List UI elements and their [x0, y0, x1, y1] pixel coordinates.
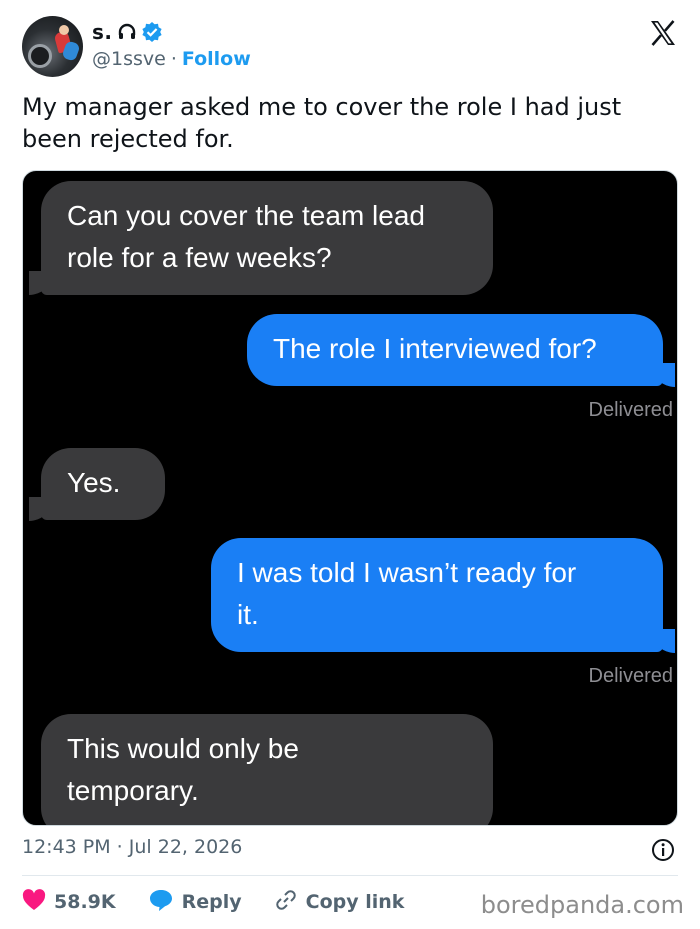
x-logo-icon[interactable] [648, 18, 678, 48]
tweet-text: My manager asked me to cover the role I … [22, 93, 622, 153]
copy-link-button[interactable]: Copy link [274, 888, 405, 917]
like-count: 58.9K [54, 891, 116, 913]
message-bubble-incoming: Can you cover the team lead role for a f… [41, 181, 493, 295]
message-bubble-outgoing: I was told I wasn’t ready for it. [211, 538, 663, 652]
message-line: it. [237, 599, 259, 630]
message-line: temporary. [67, 775, 199, 806]
headphones-icon [117, 22, 137, 42]
like-button[interactable]: 58.9K [22, 888, 116, 916]
heart-icon [22, 888, 46, 916]
message-line: role for a few weeks? [67, 242, 332, 273]
author-name[interactable]: s. [92, 20, 113, 44]
separator-dot: · [170, 48, 177, 70]
link-icon [274, 888, 298, 917]
delivered-status: Delivered [588, 399, 673, 421]
reply-button[interactable]: Reply [148, 888, 242, 917]
message-bubble-outgoing: The role I interviewed for? [247, 314, 663, 386]
verified-badge-icon [141, 21, 163, 43]
author-handle[interactable]: @1ssve [92, 48, 166, 70]
screenshot-image[interactable]: Can you cover the team lead role for a f… [22, 170, 678, 826]
message-line: Yes. [67, 467, 121, 498]
watermark: boredpanda.com [480, 891, 684, 919]
delivered-status: Delivered [588, 665, 673, 687]
message-line: The role I interviewed for? [273, 333, 597, 364]
tweet-timestamp[interactable]: 12:43 PM · Jul 22, 2026 [22, 836, 242, 858]
reply-label: Reply [181, 891, 242, 913]
copy-link-label: Copy link [305, 891, 405, 913]
message-bubble-incoming: Yes. [41, 448, 165, 520]
message-bubble-incoming: This would only be temporary. [41, 714, 493, 825]
follow-button[interactable]: Follow [182, 48, 251, 70]
handle-row: @1ssve · Follow [92, 48, 251, 70]
avatar[interactable] [22, 16, 83, 77]
message-line: This would only be [67, 733, 299, 764]
author-name-row: s. [92, 20, 163, 44]
action-bar: 58.9K Reply Copy link [22, 887, 436, 917]
reply-bubble-icon [148, 888, 174, 917]
tweet-header: s. @1ssve · Follow [22, 16, 678, 78]
info-icon[interactable] [650, 837, 676, 863]
divider [22, 875, 678, 876]
message-line: Can you cover the team lead [67, 200, 425, 231]
message-line: I was told I wasn’t ready for [237, 557, 577, 588]
